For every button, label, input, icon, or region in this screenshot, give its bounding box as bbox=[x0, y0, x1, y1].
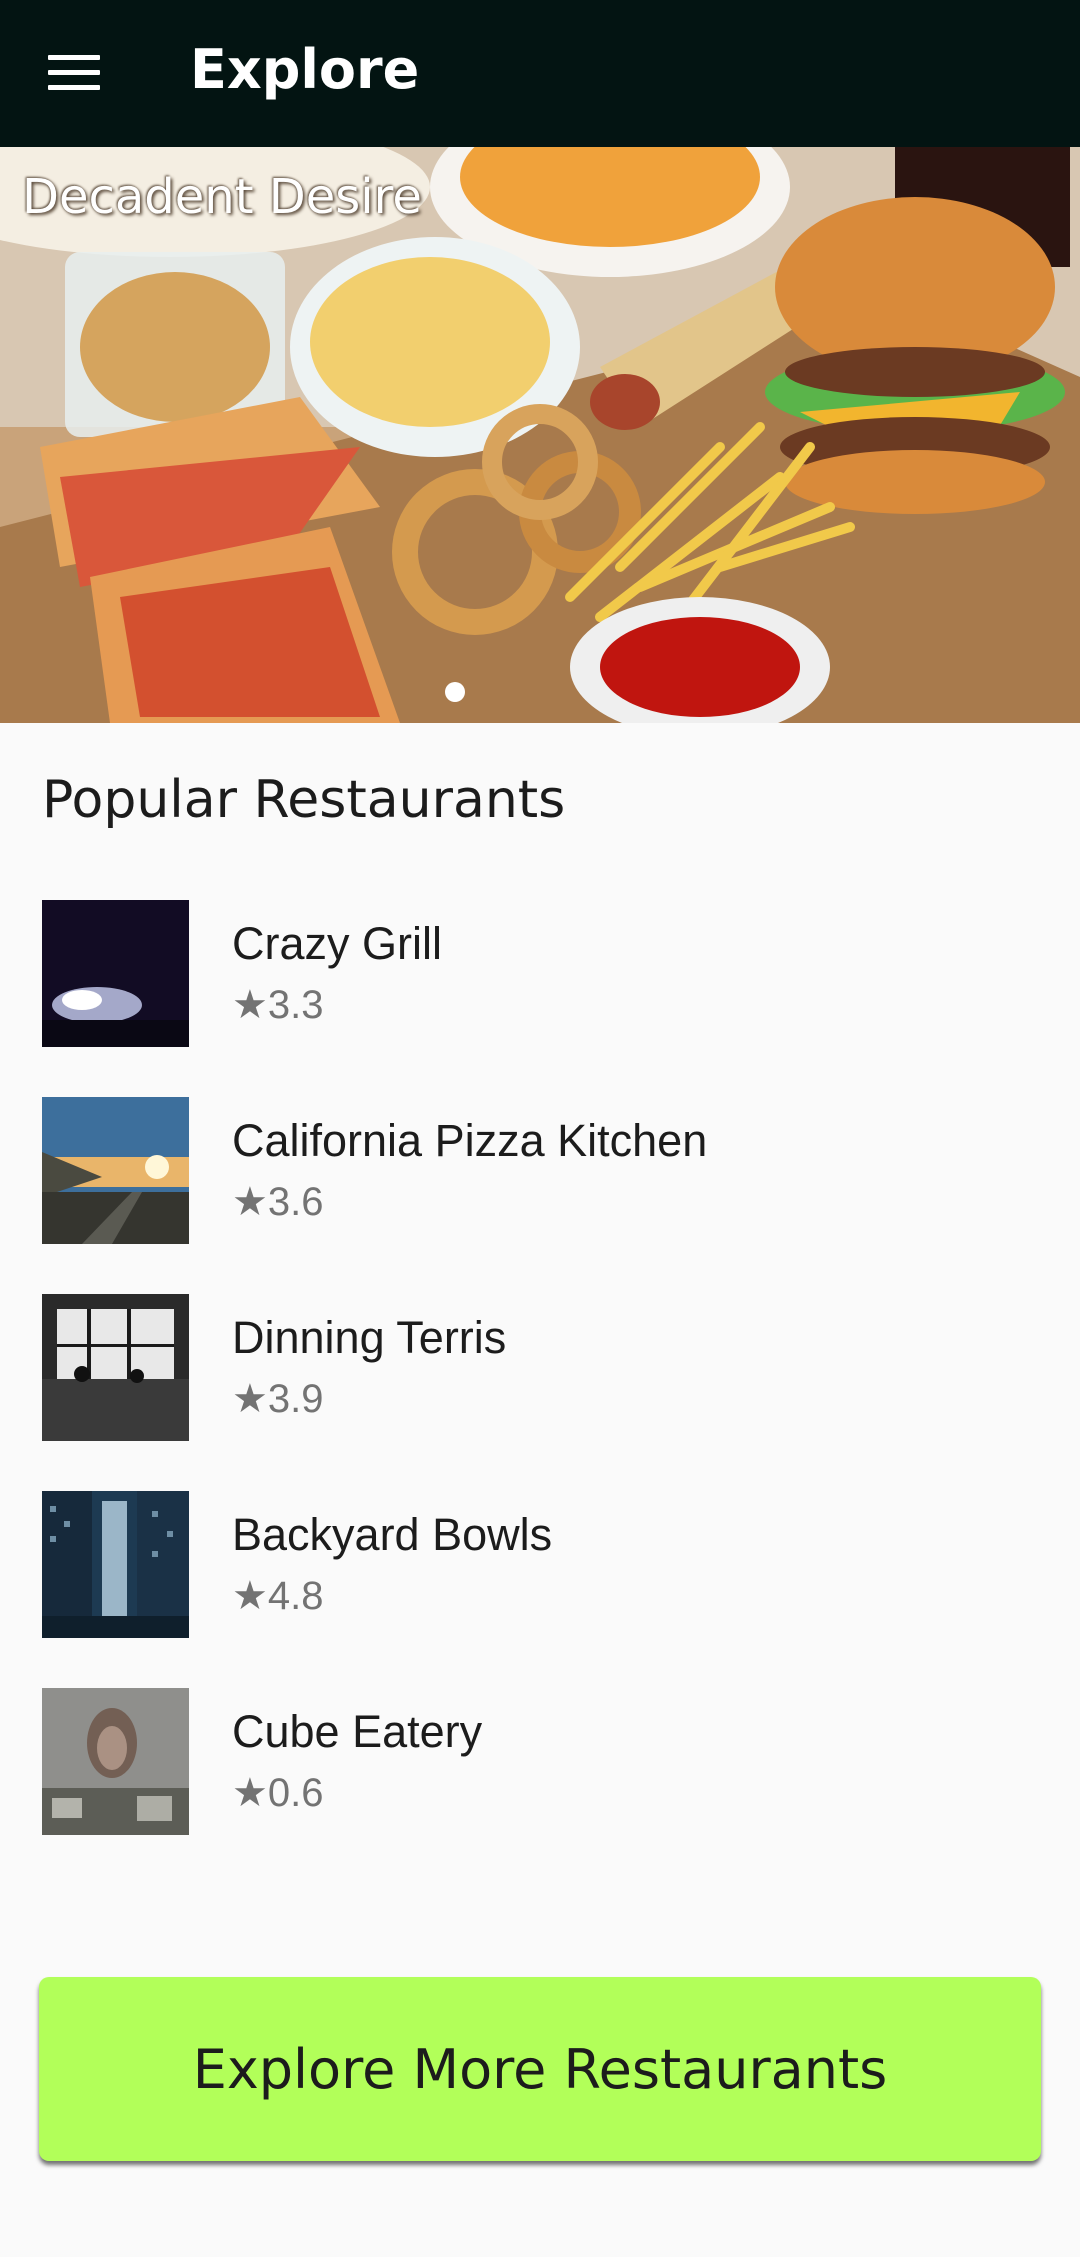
restaurant-thumbnail bbox=[42, 900, 189, 1047]
menu-icon[interactable] bbox=[48, 55, 100, 93]
restaurant-rating: ★4.8 bbox=[232, 1574, 324, 1618]
restaurant-name: Crazy Grill bbox=[232, 918, 442, 969]
restaurant-item-crazy-grill[interactable]: Crazy Grill ★3.3 bbox=[0, 900, 1080, 1048]
restaurant-name: Cube Eatery bbox=[232, 1706, 483, 1757]
app-bar: Explore bbox=[0, 0, 1080, 147]
carousel-indicator-dot bbox=[445, 682, 465, 702]
restaurant-rating: ★3.9 bbox=[232, 1377, 324, 1421]
restaurant-name: Backyard Bowls bbox=[232, 1509, 553, 1560]
hero-caption: Decadent Desire bbox=[22, 169, 422, 225]
restaurant-name: California Pizza Kitchen bbox=[232, 1115, 708, 1166]
restaurant-thumbnail bbox=[42, 1294, 189, 1441]
restaurant-thumbnail bbox=[42, 1688, 189, 1835]
restaurant-rating: ★0.6 bbox=[232, 1771, 324, 1815]
restaurant-thumbnail bbox=[42, 1491, 189, 1638]
page-title: Explore bbox=[190, 38, 420, 101]
hero-food-image bbox=[0, 147, 1080, 723]
explore-more-button[interactable]: Explore More Restaurants bbox=[39, 1977, 1041, 2161]
hero-carousel[interactable]: Decadent Desire bbox=[0, 147, 1080, 723]
restaurant-item-backyard-bowls[interactable]: Backyard Bowls ★4.8 bbox=[0, 1491, 1080, 1639]
restaurant-rating: ★3.6 bbox=[232, 1180, 324, 1224]
restaurant-item-california-pizza-kitchen[interactable]: California Pizza Kitchen ★3.6 bbox=[0, 1097, 1080, 1245]
restaurant-item-dinning-terris[interactable]: Dinning Terris ★3.9 bbox=[0, 1294, 1080, 1442]
section-title: Popular Restaurants bbox=[42, 770, 566, 830]
restaurant-item-cube-eatery[interactable]: Cube Eatery ★0.6 bbox=[0, 1688, 1080, 1836]
restaurant-name: Dinning Terris bbox=[232, 1312, 507, 1363]
restaurant-rating: ★3.3 bbox=[232, 983, 324, 1027]
restaurant-thumbnail bbox=[42, 1097, 189, 1244]
